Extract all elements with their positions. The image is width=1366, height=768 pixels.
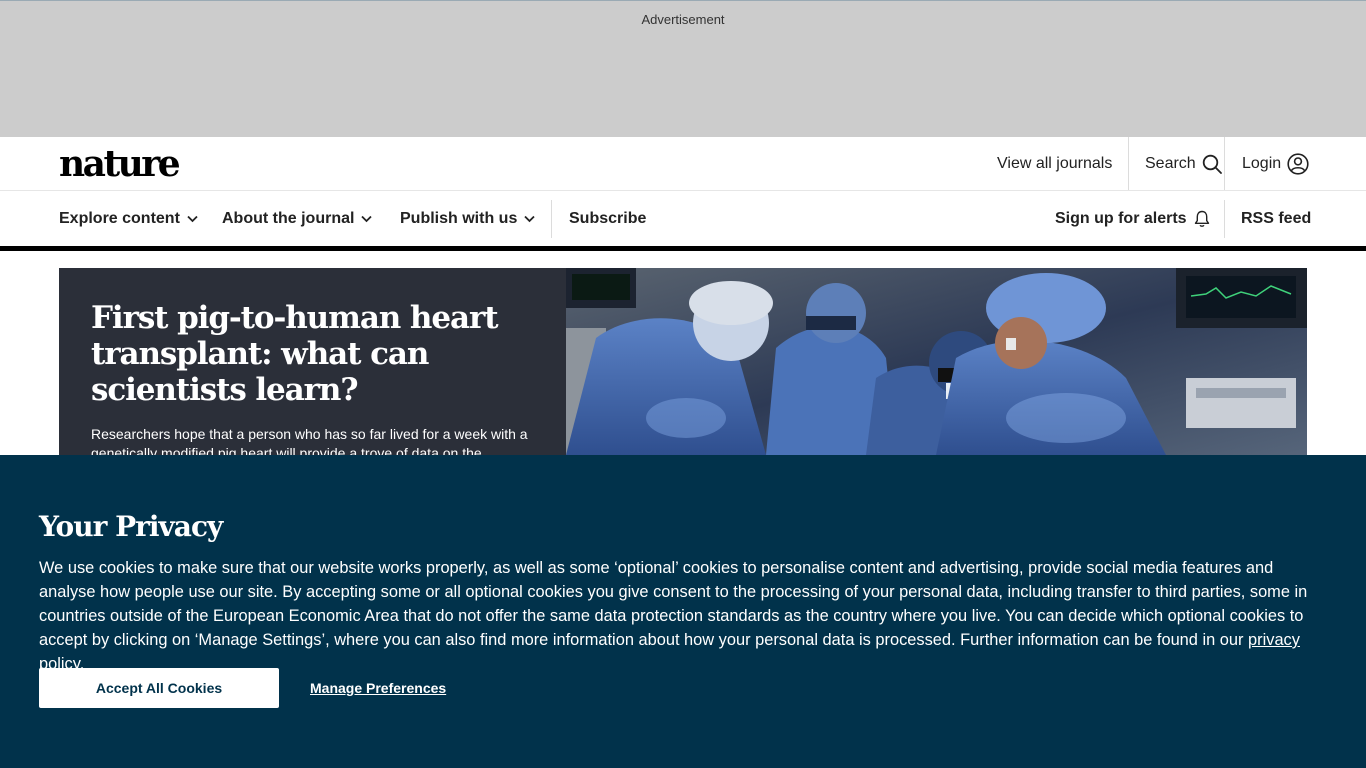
nav-explore-content[interactable]: Explore content — [59, 191, 198, 246]
main-navigation: Explore content About the journal Publis… — [0, 191, 1366, 251]
advertisement-banner: Advertisement — [0, 0, 1366, 137]
nav-subscribe-label: Subscribe — [569, 209, 647, 227]
chevron-down-icon — [187, 215, 198, 222]
nav-publish-with-us[interactable]: Publish with us — [400, 191, 535, 246]
cookie-title: Your Privacy — [39, 510, 223, 543]
nature-logo[interactable]: nature — [59, 146, 181, 182]
header-divider — [1224, 137, 1225, 190]
search-label: Search — [1145, 154, 1196, 172]
rss-feed-link[interactable]: RSS feed — [1241, 191, 1311, 246]
search-icon — [1202, 154, 1222, 174]
nav-about-label: About the journal — [222, 209, 355, 227]
nav-divider — [1224, 200, 1225, 238]
surgery-photo — [566, 268, 1307, 455]
manage-preferences-link[interactable]: Manage Preferences — [310, 668, 446, 708]
hero-image[interactable] — [566, 268, 1307, 455]
user-icon — [1287, 152, 1309, 175]
sign-up-alerts-label: Sign up for alerts — [1055, 209, 1187, 227]
search-button[interactable]: Search — [1145, 137, 1222, 190]
view-all-journals-link[interactable]: View all journals — [997, 137, 1112, 190]
accept-all-cookies-button[interactable]: Accept All Cookies — [39, 668, 279, 708]
rss-feed-label: RSS feed — [1241, 209, 1312, 227]
nav-publish-label: Publish with us — [400, 209, 518, 227]
hero-panel: First pig-to-human heart transplant: wha… — [59, 268, 566, 455]
nav-subscribe[interactable]: Subscribe — [569, 191, 646, 246]
hero-summary: Researchers hope that a person who has s… — [91, 426, 528, 455]
hero-title[interactable]: First pig-to-human heart transplant: wha… — [91, 300, 541, 408]
nav-divider — [551, 200, 552, 238]
chevron-down-icon — [524, 215, 535, 222]
login-button[interactable]: Login — [1242, 137, 1309, 190]
header-divider — [1128, 137, 1129, 190]
login-label: Login — [1242, 154, 1282, 172]
chevron-down-icon — [361, 215, 373, 222]
bell-icon — [1194, 210, 1209, 227]
advertisement-label: Advertisement — [641, 12, 725, 27]
view-all-journals-label: View all journals — [997, 154, 1113, 172]
cookie-text: We use cookies to make sure that our web… — [39, 559, 1308, 649]
cookie-consent-banner: Your Privacy We use cookies to make sure… — [0, 455, 1366, 768]
cookie-description: We use cookies to make sure that our web… — [39, 556, 1314, 676]
nav-explore-label: Explore content — [59, 209, 180, 227]
site-header: nature View all journals Search Login — [0, 137, 1366, 191]
nav-about-journal[interactable]: About the journal — [222, 191, 373, 246]
sign-up-alerts-link[interactable]: Sign up for alerts — [1055, 191, 1210, 246]
